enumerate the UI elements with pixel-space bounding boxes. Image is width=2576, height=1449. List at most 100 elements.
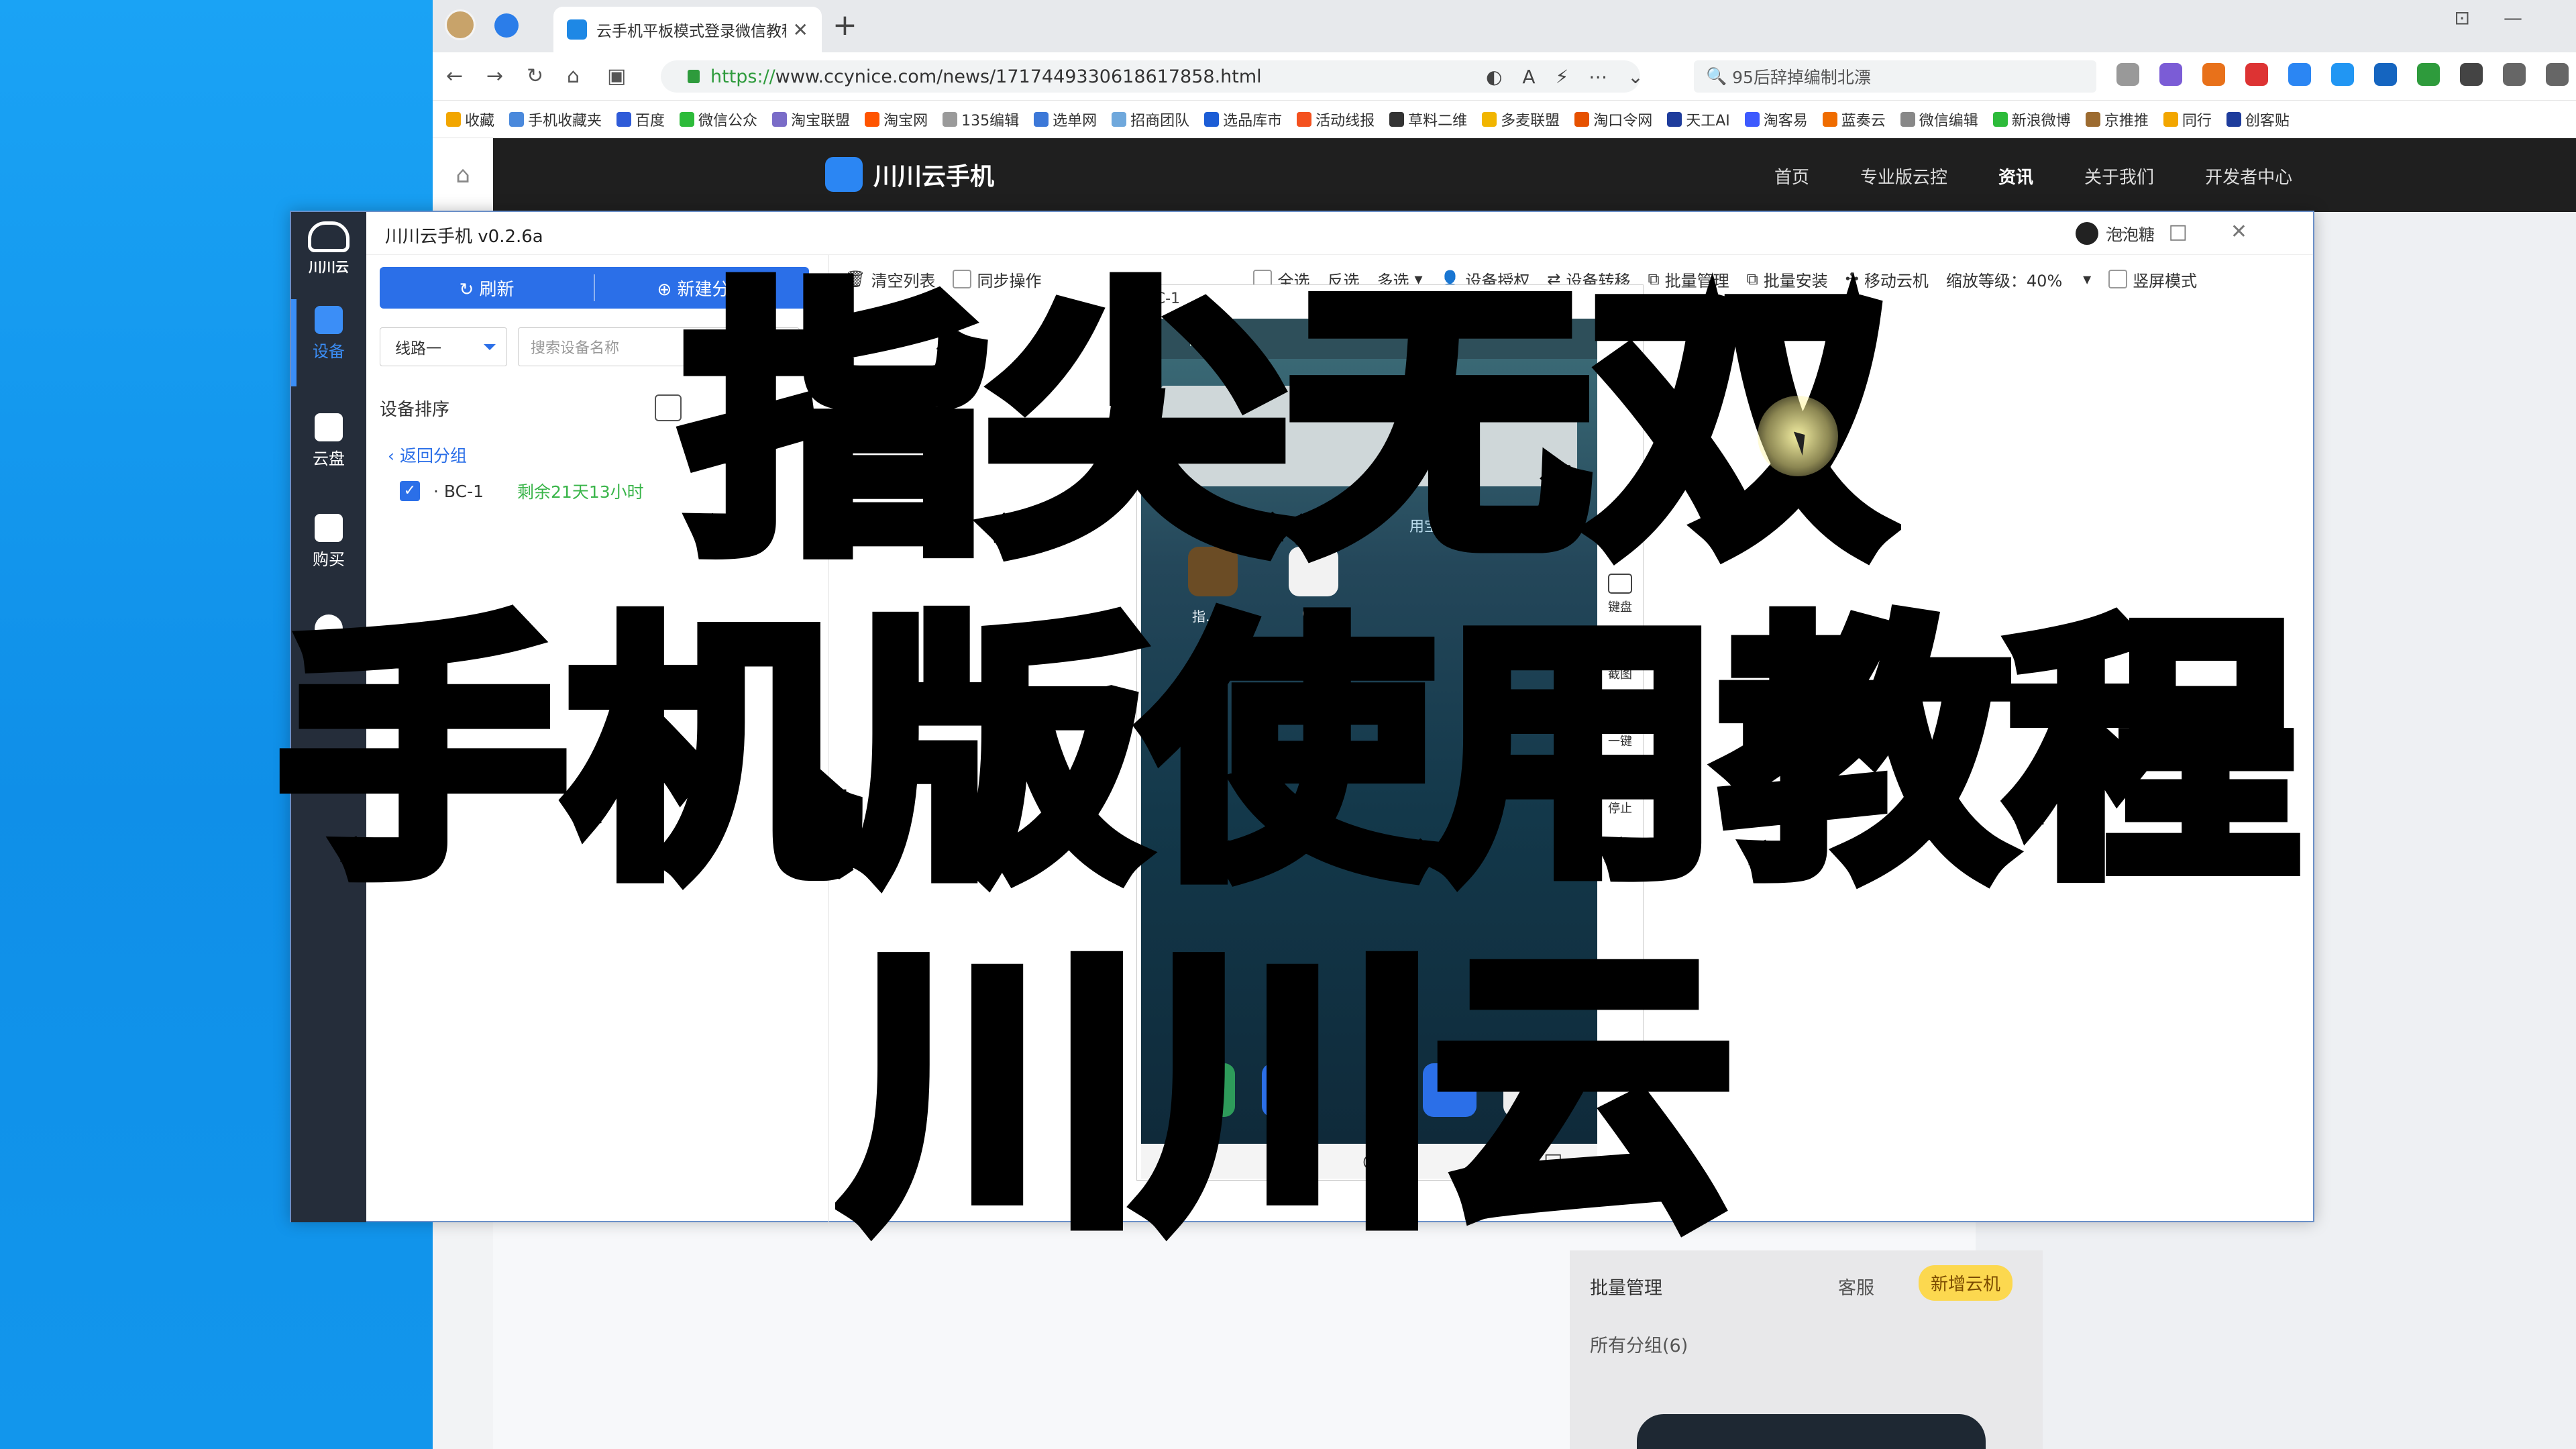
bookmark-item[interactable]: 京推推 [2085,109,2149,130]
ext-blue-icon[interactable] [2331,63,2354,86]
device-row[interactable]: ✓ · BC-1 剩余21天13小时 [400,479,644,503]
device-list-panel: ↻ 刷新 ⊕ 新建分组 线路一 搜索设备名称 设备排序 ‹ 返回分组 ✓ · B… [366,255,829,1222]
site-home-icon[interactable]: ⌂ [433,138,493,212]
nav-news[interactable]: 资讯 [1998,164,2033,189]
puzzle-icon[interactable] [2460,63,2483,86]
settings-app-icon[interactable] [1181,1063,1235,1117]
new-tab-button[interactable]: + [833,8,857,42]
device-remaining: 剩余21天13小时 [517,482,644,502]
extension-icon[interactable]: ▣ [607,64,626,88]
app-label: 指... [1192,608,1219,625]
address-bar: ← → ↻ ⌂ ▣ https://www.ccynice.com/news/1… [433,52,2576,101]
mail-icon[interactable] [2288,63,2311,86]
batch-manage-button[interactable]: ⧉ 批量管理 [1648,268,1729,291]
browser-logo-icon[interactable] [494,13,519,38]
keyboard-tool[interactable]: 键盘 [1605,574,1635,615]
bookmark-item[interactable]: 同行 [2163,109,2212,130]
site-logo[interactable]: 川川云手机 [825,157,994,192]
home-icon[interactable]: ⌂ [567,64,580,88]
bookmark-item[interactable]: 选品库市 [1204,109,1282,130]
group-label[interactable]: 所有分组(6) [1590,1331,1688,1357]
bookmark-item[interactable]: 新浪微博 [1992,109,2071,130]
device-side-tools: 键盘 截图 一键 停止 [1600,319,1640,1144]
clear-list-button[interactable]: 🗑 清空列表 [845,268,935,291]
bookmark-item[interactable]: 手机收藏夹 [509,109,602,130]
ext-green-icon[interactable] [2417,63,2440,86]
sidebar-item-devices[interactable]: 设备 [291,306,366,362]
nav-recents-icon[interactable]: □ [1544,1149,1562,1173]
sync-toggle[interactable]: 同步操作 [953,268,1041,291]
refresh-button[interactable]: ↻ 刷新 [380,276,594,301]
forward-icon[interactable]: → [486,64,503,88]
tab-close-icon[interactable]: ✕ [793,19,808,41]
bookmark-item[interactable]: 收藏 [446,109,494,130]
phone-screen[interactable]: 微信 [817条]oym 具 Ope 用宝 微信 指... QQ [1141,319,1597,1144]
bookmark-item[interactable]: 创客贴 [2226,109,2290,130]
wechat-header: 微信 [1141,319,1597,359]
qq-app-icon[interactable] [1289,547,1338,596]
sidebar-item-purchase[interactable]: 购买 [291,514,366,570]
ext-red-icon[interactable] [2245,63,2268,86]
device-checkbox[interactable]: ✓ [400,481,420,501]
app-window-controls[interactable]: —□✕ [2106,220,2290,244]
service-label[interactable]: 客服 [1838,1273,1874,1299]
search-text: 95后辞掉编制北漂 [1732,68,1871,87]
sidebar-item-cloud-disk[interactable]: 云盘 [291,413,366,469]
ext-orange-icon[interactable] [2202,63,2225,86]
screenshot-tool[interactable]: 截图 [1605,641,1635,682]
window-controls[interactable]: ⊡— [2455,7,2556,29]
nav-home[interactable]: 首页 [1774,164,1809,189]
bookmark-item[interactable]: 百度 [616,109,665,130]
batch-manage-label[interactable]: 批量管理 [1590,1273,1662,1299]
nav-back-icon[interactable]: ◁ [1181,1149,1197,1173]
nav-about[interactable]: 关于我们 [2084,164,2154,189]
search-box[interactable]: 🔍 95后辞掉编制北漂 [1694,60,2096,93]
cut-icon[interactable] [2116,63,2139,86]
reload-icon[interactable]: ↻ [527,64,543,88]
bookmark-item[interactable]: 招商团队 [1112,109,1189,130]
line-select[interactable]: 线路一 [380,327,507,366]
bookmark-item[interactable]: 多麦联盟 [1482,109,1560,130]
bookmark-item[interactable]: 蓝奏云 [1822,109,1886,130]
bookmark-item[interactable]: 淘宝网 [865,109,928,130]
bookmark-item[interactable]: 草料二维 [1389,109,1467,130]
nav-home-icon[interactable]: ○ [1362,1149,1380,1173]
bookmark-item[interactable]: 选单网 [1034,109,1097,130]
ext-purple-icon[interactable] [2159,63,2182,86]
add-cloud-phone-button[interactable]: 新增云机 [1919,1265,2013,1301]
onekey-tool[interactable]: 一键 [1605,708,1635,749]
bookmark-item[interactable]: 天工AI [1667,109,1730,130]
contacts-app-icon[interactable] [1503,1063,1557,1117]
profile-avatar[interactable] [445,9,476,40]
batch-install-button[interactable]: ⧉ 批量安装 [1747,268,1828,291]
zoom-level-select[interactable]: 缩放等级：40% ▾ [1946,268,2091,291]
nav-pro[interactable]: 专业版云控 [1860,164,1947,189]
ext-screen-icon[interactable] [2374,63,2397,86]
address-tools[interactable]: ◐A⚡⋯⌄ [1486,66,1664,88]
bookmark-item[interactable]: 微信公众 [680,109,757,130]
notification-card[interactable]: [817条]oym [1161,386,1577,486]
bookmark-item[interactable]: 淘宝联盟 [772,109,850,130]
move-cloud-button[interactable]: ✣ 移动云机 [1845,268,1929,291]
download-icon[interactable] [2503,63,2526,86]
tab-active[interactable]: 云手机平板模式登录微信教程 ✕ [553,7,822,52]
bookmark-item[interactable]: 淘客易 [1744,109,1808,130]
back-icon[interactable]: ← [446,64,463,88]
bookmark-item[interactable]: 淘口令网 [1574,109,1652,130]
device-search-input[interactable]: 搜索设备名称 [518,327,800,366]
nav-dev[interactable]: 开发者中心 [2205,164,2292,189]
files-app-icon[interactable] [1262,1063,1316,1117]
app-icon[interactable] [1423,1063,1477,1117]
search-icon: 🔍 [1706,66,1733,86]
game-app-icon[interactable] [1188,547,1238,596]
bookmark-item[interactable]: 活动线报 [1297,109,1375,130]
bookmark-item[interactable]: 135编辑 [943,109,1019,130]
sidebar-item-account[interactable] [291,614,366,647]
portrait-mode-toggle[interactable]: 竖屏模式 [2108,268,2197,291]
layers-icon[interactable] [655,394,682,421]
back-to-groups-link[interactable]: ‹ 返回分组 [388,443,467,467]
new-group-button[interactable]: ⊕ 新建分组 [595,276,809,301]
bookmark-item[interactable]: 微信编辑 [1900,109,1978,130]
stop-tool[interactable]: 停止 [1605,775,1635,816]
undo-icon[interactable] [2546,63,2569,86]
